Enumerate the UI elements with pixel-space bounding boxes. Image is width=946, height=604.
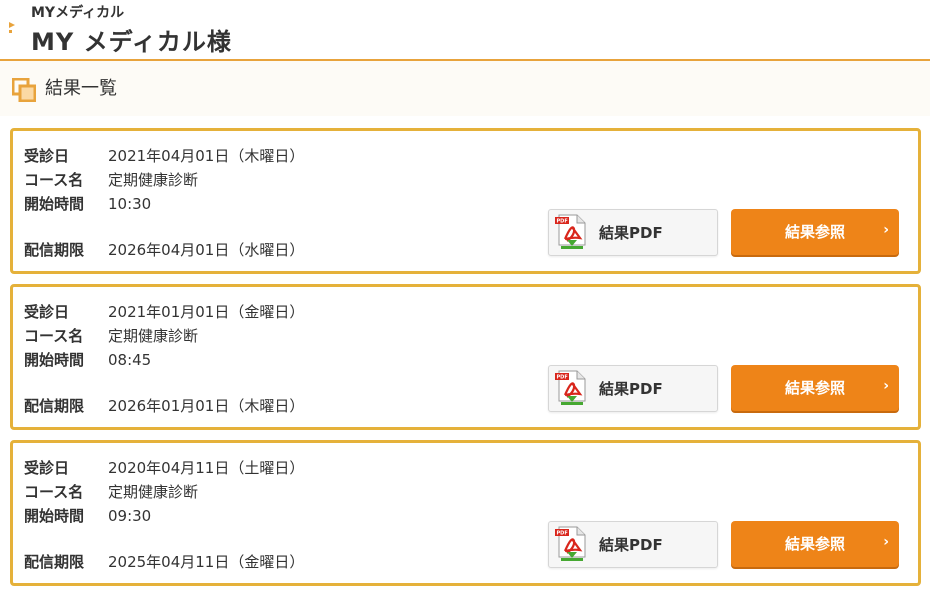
chevron-right-icon: › (883, 378, 889, 394)
view-result-label: 結果参照 (784, 223, 845, 241)
deadline-row: 配信期限 2025年04月11日（金曜日） (24, 551, 304, 572)
result-card: 受診日 2021年04月01日（木曜日） コース名 定期健康診断 開始時間 10:30… (10, 128, 921, 274)
deadline-value: 2026年01月01日（木曜日） (108, 397, 305, 415)
result-pdf-label: 結果PDF (599, 224, 663, 242)
course-label: コース名 (24, 483, 84, 501)
section-title: 結果一覧 (45, 78, 117, 99)
start-time-value: 10:30 (108, 195, 152, 213)
view-result-button[interactable]: 結果参照 › (731, 521, 899, 567)
overlapping-squares-icon (12, 78, 36, 102)
view-result-label: 結果参照 (784, 535, 845, 553)
exam-date-value: 2020年04月11日（土曜日） (108, 459, 305, 477)
result-card: 受診日 2020年04月11日（土曜日） コース名 定期健康診断 開始時間 09:30… (10, 440, 921, 586)
course-label: コース名 (24, 171, 84, 189)
chevron-right-icon: › (883, 222, 889, 238)
course-label: コース名 (24, 327, 84, 345)
start-time-label: 開始時間 (24, 195, 85, 213)
svg-text:PDF: PDF (557, 219, 568, 225)
exam-date-label: 受診日 (24, 147, 70, 165)
result-pdf-button[interactable]: PDF 結果PDF (548, 209, 718, 256)
exam-date-value: 2021年01月01日（金曜日） (108, 303, 305, 321)
pdf-document-icon: PDF (555, 526, 586, 561)
deadline-row: 配信期限 2026年01月01日（木曜日） (24, 395, 304, 416)
exam-date-row: 受診日 2021年01月01日（金曜日） (24, 301, 304, 322)
page-header: MYメディカル MY メディカル様 (0, 0, 930, 61)
result-pdf-label: 結果PDF (599, 380, 663, 398)
course-row: コース名 定期健康診断 (24, 481, 198, 502)
result-card: 受診日 2021年01月01日（金曜日） コース名 定期健康診断 開始時間 08:45… (10, 284, 921, 430)
view-result-button[interactable]: 結果参照 › (731, 365, 899, 411)
deadline-value: 2025年04月11日（金曜日） (108, 553, 305, 571)
course-value: 定期健康診断 (108, 483, 199, 501)
result-pdf-button[interactable]: PDF 結果PDF (548, 521, 718, 568)
chevron-right-icon: › (883, 534, 889, 550)
page-title: MY メディカル様 (31, 28, 232, 56)
view-result-button[interactable]: 結果参照 › (731, 209, 899, 255)
course-value: 定期健康診断 (108, 327, 199, 345)
start-time-value: 08:45 (108, 351, 152, 369)
back-chevron-icon[interactable] (9, 22, 15, 34)
exam-date-label: 受診日 (24, 303, 70, 321)
deadline-row: 配信期限 2026年04月01日（水曜日） (24, 239, 304, 260)
start-time-label: 開始時間 (24, 351, 85, 369)
exam-date-value: 2021年04月01日（木曜日） (108, 147, 305, 165)
exam-date-row: 受診日 2020年04月11日（土曜日） (24, 457, 304, 478)
deadline-label: 配信期限 (24, 241, 85, 259)
result-pdf-button[interactable]: PDF 結果PDF (548, 365, 718, 412)
course-row: コース名 定期健康診断 (24, 169, 198, 190)
section-header-band (0, 61, 930, 116)
view-result-label: 結果参照 (784, 379, 845, 397)
svg-text:PDF: PDF (557, 531, 568, 537)
header-subtitle: MYメディカル (31, 5, 125, 21)
start-time-label: 開始時間 (24, 507, 85, 525)
exam-date-label: 受診日 (24, 459, 70, 477)
course-row: コース名 定期健康診断 (24, 325, 198, 346)
deadline-value: 2026年04月01日（水曜日） (108, 241, 305, 259)
result-pdf-label: 結果PDF (599, 536, 663, 554)
start-time-row: 開始時間 10:30 (24, 193, 151, 214)
pdf-document-icon: PDF (555, 214, 586, 249)
start-time-row: 開始時間 08:45 (24, 349, 151, 370)
deadline-label: 配信期限 (24, 397, 85, 415)
start-time-value: 09:30 (108, 507, 152, 525)
start-time-row: 開始時間 09:30 (24, 505, 151, 526)
exam-date-row: 受診日 2021年04月01日（木曜日） (24, 145, 304, 166)
course-value: 定期健康診断 (108, 171, 199, 189)
deadline-label: 配信期限 (24, 553, 85, 571)
svg-text:PDF: PDF (557, 375, 568, 381)
pdf-document-icon: PDF (555, 370, 586, 405)
